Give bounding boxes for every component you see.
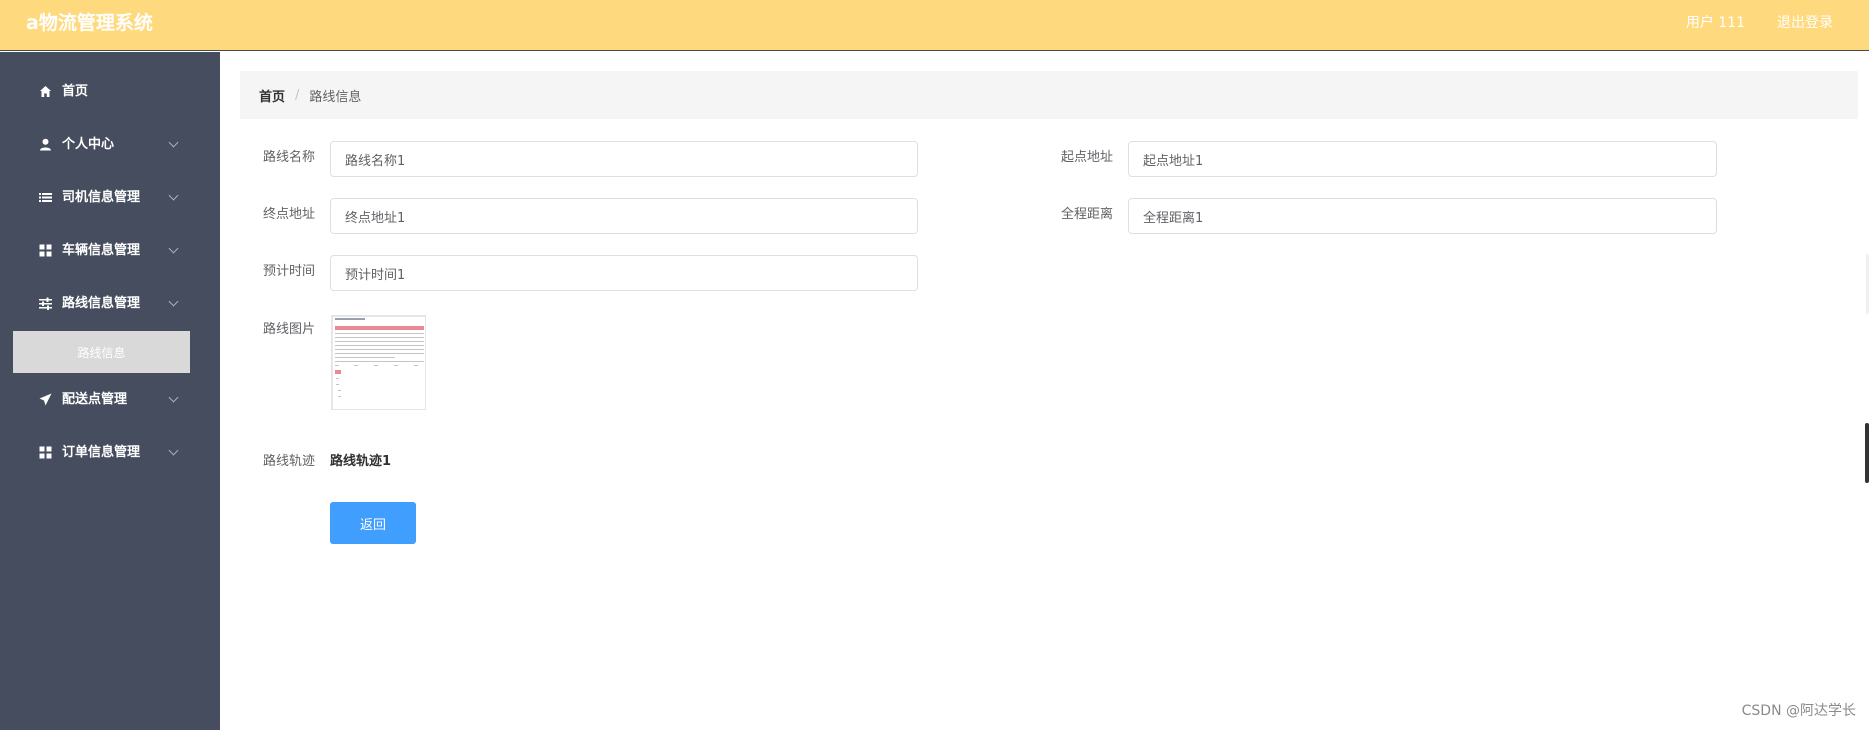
sidebar-item-vehicles[interactable]: 车辆信息管理 <box>0 224 220 277</box>
breadcrumb-home[interactable]: 首页 <box>259 86 285 105</box>
chevron-down-icon <box>168 445 179 456</box>
sidebar: 首页 个人中心 司机信息管理 车辆信息管理 路线信息管理 路线信息 配送点管理 … <box>0 52 220 730</box>
chevron-down-icon <box>168 296 179 307</box>
route-name-label: 路线名称 <box>263 150 316 165</box>
sidebar-item-label: 订单信息管理 <box>62 444 141 460</box>
chevron-down-icon <box>168 190 179 201</box>
sidebar-subitem-label: 路线信息 <box>77 345 126 360</box>
sidebar-item-delivery-points[interactable]: 配送点管理 <box>0 373 220 426</box>
sidebar-subitem-route-info[interactable]: 路线信息 <box>13 331 190 373</box>
sidebar-item-label: 个人中心 <box>62 136 115 152</box>
sidebar-item-routes[interactable]: 路线信息管理 <box>0 277 220 330</box>
sidebar-item-label: 司机信息管理 <box>62 189 141 205</box>
sidebar-item-label: 首页 <box>62 83 89 99</box>
sidebar-item-home[interactable]: 首页 <box>0 65 220 118</box>
chevron-down-icon <box>168 392 179 403</box>
breadcrumb-current: 路线信息 <box>309 89 362 105</box>
distance-field[interactable] <box>1128 198 1717 234</box>
send-icon <box>38 393 52 407</box>
route-track-value: 路线轨迹1 <box>330 454 392 469</box>
chevron-down-icon <box>168 137 179 148</box>
route-image-label: 路线图片 <box>263 322 316 337</box>
estimated-time-field[interactable] <box>330 255 918 291</box>
estimated-time-label: 预计时间 <box>263 264 316 279</box>
end-address-field[interactable] <box>330 198 918 234</box>
scrollbar-thumb[interactable] <box>1865 423 1869 483</box>
sliders-icon <box>38 297 52 311</box>
app-title: a物流管理系统 <box>26 12 153 34</box>
sidebar-item-label: 配送点管理 <box>62 391 128 407</box>
top-bar: a物流管理系统 用户 111 退出登录 <box>0 0 1869 51</box>
list-icon <box>38 191 52 205</box>
sidebar-item-orders[interactable]: 订单信息管理 <box>0 426 220 479</box>
route-track-label: 路线轨迹 <box>263 454 316 469</box>
breadcrumb: 首页 / 路线信息 <box>240 71 1858 119</box>
breadcrumb-separator: / <box>295 87 300 103</box>
chevron-down-icon <box>168 243 179 254</box>
grid-icon <box>38 446 52 460</box>
sidebar-item-label: 路线信息管理 <box>62 295 141 311</box>
route-image-thumbnail[interactable] <box>331 315 426 410</box>
grid-icon <box>38 244 52 258</box>
home-icon <box>38 85 52 99</box>
route-name-field[interactable] <box>330 141 918 177</box>
current-user: 用户 111 <box>1685 15 1745 31</box>
back-button[interactable]: 返回 <box>330 502 416 544</box>
sidebar-item-drivers[interactable]: 司机信息管理 <box>0 171 220 224</box>
watermark: CSDN @阿达学长 <box>1741 703 1856 719</box>
sidebar-item-label: 车辆信息管理 <box>62 242 141 258</box>
distance-label: 全程距离 <box>1061 207 1114 222</box>
start-address-label: 起点地址 <box>1061 150 1114 165</box>
sidebar-item-profile[interactable]: 个人中心 <box>0 118 220 171</box>
logout-link[interactable]: 退出登录 <box>1777 13 1833 33</box>
start-address-field[interactable] <box>1128 141 1717 177</box>
end-address-label: 终点地址 <box>263 207 316 222</box>
user-icon <box>38 138 52 152</box>
